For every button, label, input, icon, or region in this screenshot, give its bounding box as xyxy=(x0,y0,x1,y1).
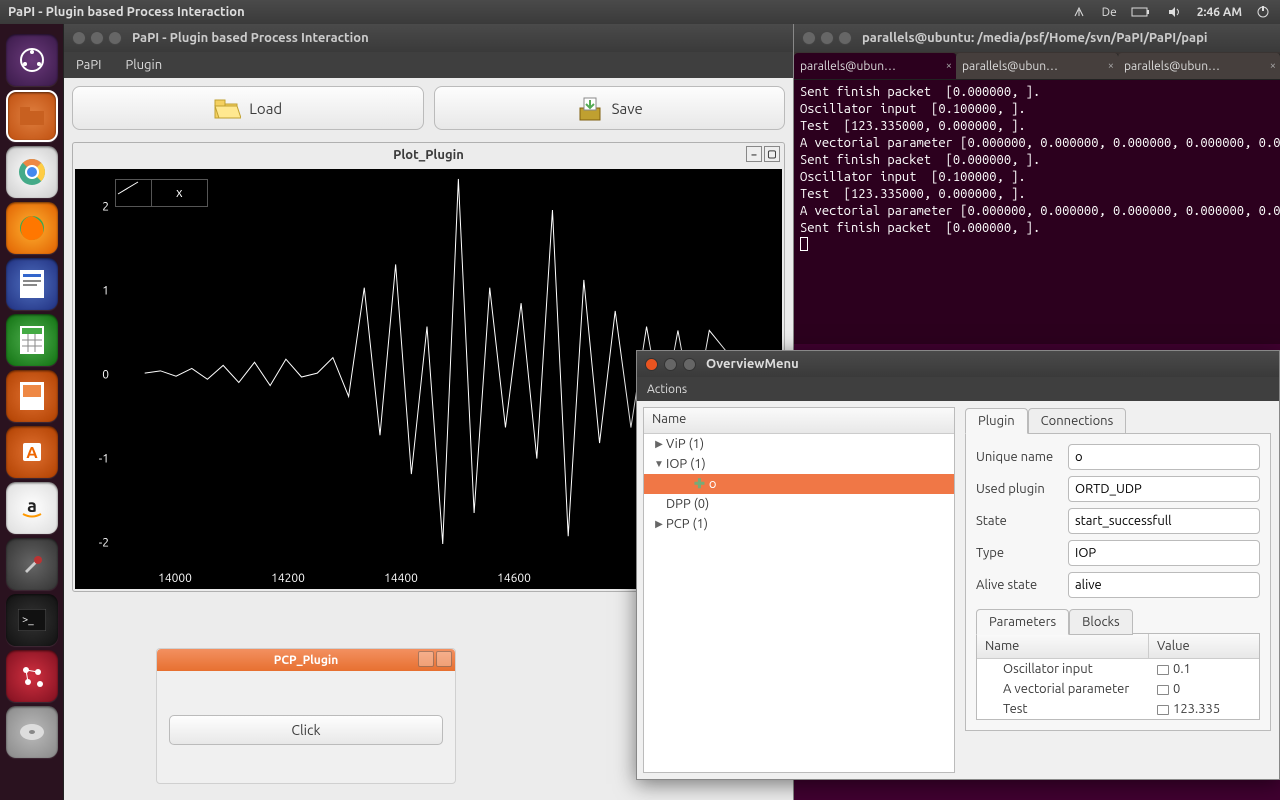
overview-menubar: Actions xyxy=(637,377,1279,401)
files-icon[interactable] xyxy=(6,90,58,142)
pcp-subwindow: PCP_Plugin Click xyxy=(156,648,456,784)
settings-icon[interactable] xyxy=(6,538,58,590)
terminal-tabs: parallels@ubun…× parallels@ubun…× parall… xyxy=(794,52,1280,80)
writer-icon[interactable] xyxy=(6,258,58,310)
terminal-tab[interactable]: parallels@ubun…× xyxy=(956,53,1119,79)
close-icon[interactable]: × xyxy=(1108,60,1114,72)
overview-titlebar[interactable]: OverviewMenu xyxy=(637,351,1279,377)
window-controls[interactable] xyxy=(645,358,696,371)
overview-title: OverviewMenu xyxy=(706,357,799,371)
window-titlebar[interactable]: PaPI - Plugin based Process Interaction xyxy=(64,24,793,52)
terminal-title: parallels@ubuntu: /media/psf/Home/svn/Pa… xyxy=(862,31,1208,45)
tree-item[interactable]: ✚o xyxy=(644,474,954,494)
calc-icon[interactable] xyxy=(6,314,58,366)
state-label: State xyxy=(976,514,1068,528)
alive-field[interactable] xyxy=(1068,572,1260,598)
svg-text:A: A xyxy=(26,444,38,462)
menu-plugin[interactable]: Plugin xyxy=(113,58,174,72)
firefox-icon[interactable] xyxy=(6,202,58,254)
plot-titlebar[interactable]: Plot_Plugin –▢ xyxy=(73,143,784,167)
terminal-tab[interactable]: parallels@ubun…× xyxy=(794,53,957,79)
close-icon[interactable]: × xyxy=(946,60,952,72)
overview-window: OverviewMenu Actions Name ▶ViP (1)▼IOP (… xyxy=(636,350,1280,780)
window-title: PaPI - Plugin based Process Interaction xyxy=(132,31,369,45)
tree-item[interactable]: ▶ViP (1) xyxy=(644,434,954,454)
dash-icon[interactable] xyxy=(6,34,58,86)
type-label: Type xyxy=(976,546,1068,560)
papi-app-icon[interactable] xyxy=(6,650,58,702)
table-row[interactable]: Test123.335 xyxy=(977,699,1259,719)
unity-top-panel: PaPI - Plugin based Process Interaction … xyxy=(0,0,1280,24)
parameters-table: NameValue Oscillator input0.1A vectorial… xyxy=(976,633,1260,720)
table-row[interactable]: A vectorial parameter0 xyxy=(977,679,1259,699)
tree-header[interactable]: Name xyxy=(644,408,954,434)
volume-icon[interactable] xyxy=(1167,5,1183,19)
unique-name-field[interactable] xyxy=(1068,444,1260,470)
battery-icon[interactable] xyxy=(1131,6,1153,18)
detail-tabs: Plugin Connections xyxy=(965,407,1271,433)
pcp-titlebar[interactable]: PCP_Plugin xyxy=(157,649,455,671)
terminal-output[interactable]: Sent finish packet [0.000000, ]. Oscilla… xyxy=(794,80,1280,260)
used-plugin-field[interactable] xyxy=(1068,476,1260,502)
plugin-panel: Unique name Used plugin State Type Alive… xyxy=(965,433,1271,731)
network-icon[interactable] xyxy=(1072,5,1088,19)
pcp-title: PCP_Plugin xyxy=(274,654,339,667)
table-row[interactable]: Oscillator input0.1 xyxy=(977,659,1259,679)
tree-item[interactable]: DPP (0) xyxy=(644,494,954,514)
used-plugin-label: Used plugin xyxy=(976,482,1068,496)
keyboard-layout[interactable]: De xyxy=(1102,6,1117,19)
clock[interactable]: 2:46 AM xyxy=(1197,6,1242,19)
unique-name-label: Unique name xyxy=(976,450,1068,464)
menu-actions[interactable]: Actions xyxy=(647,383,687,396)
tree-item[interactable]: ▼IOP (1) xyxy=(644,454,954,474)
tab-parameters[interactable]: Parameters xyxy=(976,609,1069,635)
tab-connections[interactable]: Connections xyxy=(1028,408,1127,434)
terminal-titlebar[interactable]: parallels@ubuntu: /media/psf/Home/svn/Pa… xyxy=(794,24,1280,52)
col-name[interactable]: Name xyxy=(977,634,1149,658)
save-button[interactable]: Save xyxy=(434,86,786,130)
terminal-icon[interactable]: >_ xyxy=(6,594,58,646)
session-icon[interactable] xyxy=(1256,5,1272,19)
tab-blocks[interactable]: Blocks xyxy=(1069,609,1133,635)
svg-text:a: a xyxy=(27,496,37,516)
state-field[interactable] xyxy=(1068,508,1260,534)
window-controls[interactable] xyxy=(802,31,852,45)
save-label: Save xyxy=(612,100,643,117)
unity-launcher: A a >_ xyxy=(0,24,64,800)
terminal-tab[interactable]: parallels@ubun…× xyxy=(1118,53,1280,79)
plot-title: Plot_Plugin xyxy=(393,148,464,162)
disk-icon[interactable] xyxy=(6,706,58,758)
menu-papi[interactable]: PaPI xyxy=(64,58,113,72)
tab-plugin[interactable]: Plugin xyxy=(965,408,1028,434)
minimize-icon[interactable] xyxy=(418,651,434,667)
plugin-tree: Name ▶ViP (1)▼IOP (1)✚oDPP (0)▶PCP (1) xyxy=(643,407,955,773)
save-icon xyxy=(576,94,604,122)
software-center-icon[interactable]: A xyxy=(6,426,58,478)
window-controls[interactable] xyxy=(72,31,122,45)
type-field[interactable] xyxy=(1068,540,1260,566)
amazon-icon[interactable]: a xyxy=(6,482,58,534)
minimize-icon[interactable]: – xyxy=(746,146,762,162)
folder-open-icon xyxy=(213,94,241,122)
load-button[interactable]: Load xyxy=(72,86,424,130)
chrome-icon[interactable] xyxy=(6,146,58,198)
svg-text:>_: >_ xyxy=(22,614,34,626)
close-icon[interactable]: × xyxy=(1270,60,1276,72)
load-label: Load xyxy=(249,100,282,117)
active-window-title: PaPI - Plugin based Process Interaction xyxy=(8,5,245,19)
toolbar: Load Save xyxy=(64,78,793,138)
impress-icon[interactable] xyxy=(6,370,58,422)
col-value[interactable]: Value xyxy=(1149,634,1259,658)
maximize-icon[interactable]: ▢ xyxy=(764,146,780,162)
menubar: PaPI Plugin xyxy=(64,52,793,78)
tree-item[interactable]: ▶PCP (1) xyxy=(644,514,954,534)
terminal-window: parallels@ubuntu: /media/psf/Home/svn/Pa… xyxy=(794,24,1280,344)
click-button[interactable]: Click xyxy=(169,715,443,745)
maximize-icon[interactable] xyxy=(436,651,452,667)
alive-label: Alive state xyxy=(976,578,1068,592)
